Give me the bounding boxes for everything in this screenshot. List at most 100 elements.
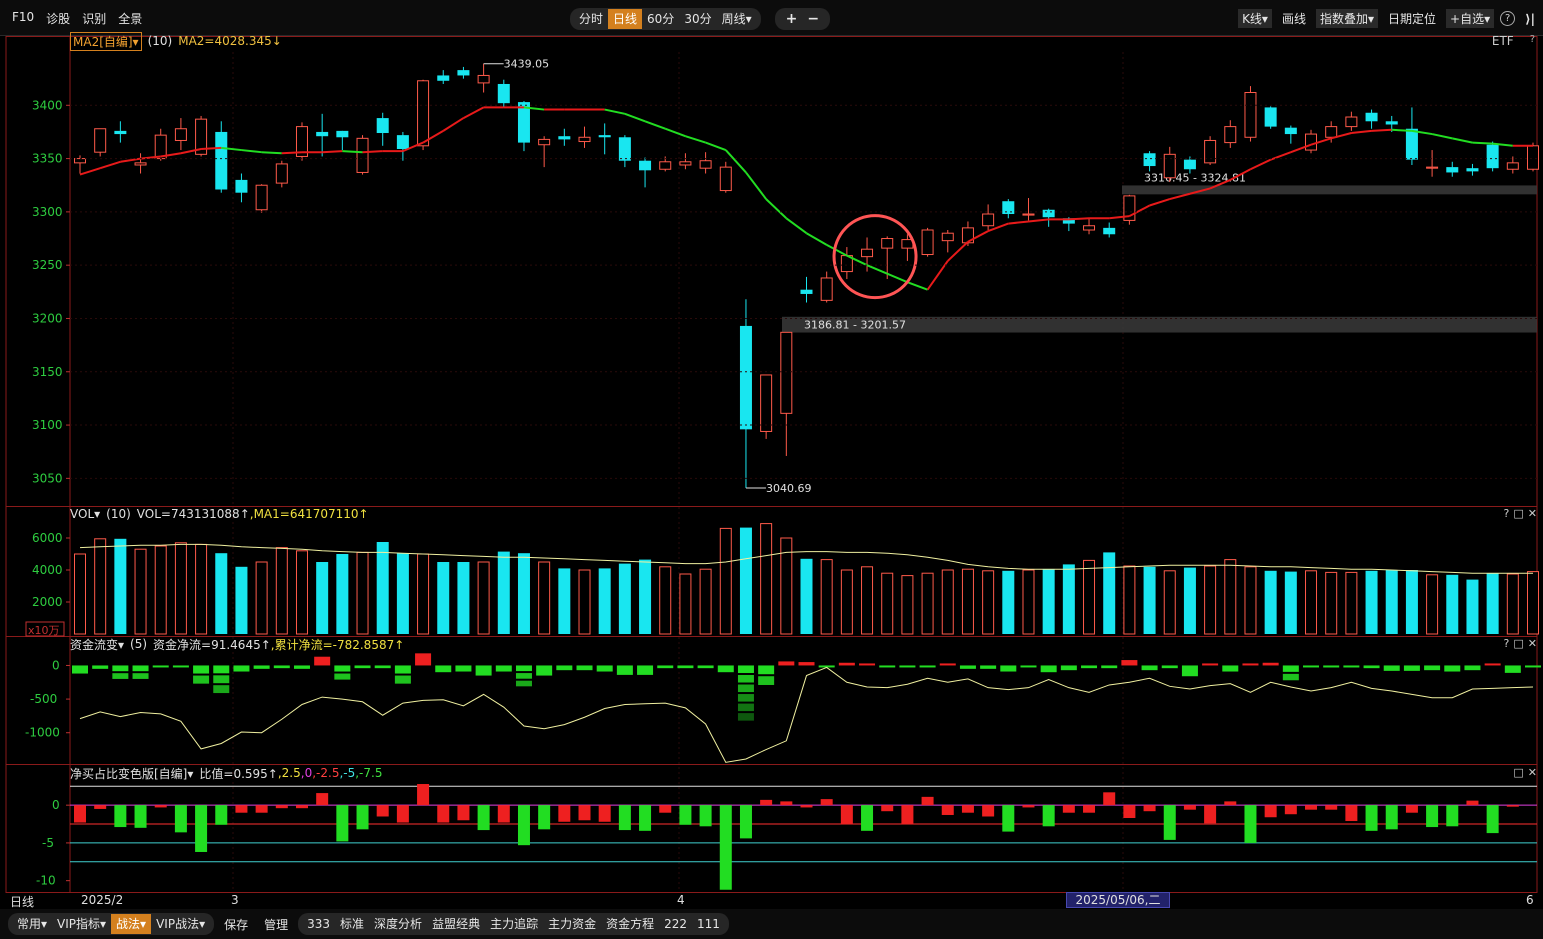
add-watchlist-button[interactable]: +自选▾ (1446, 9, 1495, 28)
strategy-group: 常用▾ VIP指标▾ 战法▾ VIP战法▾ (8, 913, 215, 935)
flow-bar-segment (112, 665, 129, 672)
flow-bar (152, 665, 169, 668)
template-yimeng-classic[interactable]: 益盟经典 (427, 914, 485, 934)
vol-param: (10) (106, 507, 131, 521)
price-tick-label: 3400 (32, 98, 63, 112)
template-main-funds[interactable]: 主力资金 (543, 914, 601, 934)
template-main-tracking[interactable]: 主力追踪 (485, 914, 543, 934)
flow-bar-segment (475, 665, 492, 676)
flow-bar (394, 665, 411, 684)
template-standard[interactable]: 标准 (335, 914, 369, 934)
flow-bar (72, 665, 88, 674)
candle (558, 128, 571, 146)
ma-indicator-selector[interactable]: MA2[自编]▾ (70, 31, 142, 51)
flow-bar-segment (737, 665, 754, 673)
candle (1042, 208, 1055, 227)
candle (356, 135, 369, 175)
tab-vip-indicator[interactable]: VIP指标▾ (52, 914, 111, 934)
ratio-level-0: ,0 (300, 766, 313, 780)
menu-panorama[interactable]: 全景 (112, 10, 148, 27)
tab-vip-strategy[interactable]: VIP战法▾ (151, 914, 210, 934)
flow-maximize-icon[interactable]: □ (1513, 637, 1523, 650)
volume-bar-up (982, 570, 995, 635)
save-button[interactable]: 保存 (218, 916, 254, 933)
candle-body-down (639, 160, 652, 171)
cursor-date: 2025/05/06,二 (1066, 892, 1170, 908)
help-icon[interactable]: ? (1500, 11, 1516, 26)
ratio-maximize-icon[interactable]: □ (1513, 766, 1523, 779)
candle (982, 204, 995, 231)
flow-bar (273, 665, 290, 669)
ratio-indicator-selector[interactable]: 净买占比变色版[自编]▾ (70, 765, 193, 782)
flow-bar-segment (435, 665, 452, 673)
tab-60min[interactable]: 60分 (642, 9, 679, 29)
tab-intraday[interactable]: 分时 (574, 9, 608, 29)
ratio-close-icon[interactable]: ✕ (1528, 766, 1537, 779)
volume-bar-down (437, 562, 450, 634)
period-label[interactable]: 日线 (10, 893, 34, 910)
template-222[interactable]: 222 (659, 914, 692, 934)
zoom-in-button[interactable]: + (781, 11, 803, 27)
ma-segment (785, 217, 808, 235)
template-333[interactable]: 333 (302, 914, 335, 934)
candle-body-down (215, 131, 228, 190)
ratio-bar-negative (699, 805, 712, 827)
flow-help-icon[interactable]: ? (1504, 637, 1510, 650)
ma-segment (866, 264, 888, 275)
template-deep-analysis[interactable]: 深度分析 (369, 914, 427, 934)
vol-help-icon[interactable]: ? (1504, 507, 1510, 520)
menu-f10[interactable]: F10 (6, 10, 40, 27)
flow-bar (374, 665, 391, 669)
candle (719, 161, 732, 193)
template-fund-equation[interactable]: 资金方程 (601, 914, 659, 934)
manage-button[interactable]: 管理 (258, 916, 294, 933)
ratio-bar-negative (679, 805, 692, 825)
candle-body-down (396, 135, 409, 149)
vol-close-icon[interactable]: ✕ (1528, 507, 1537, 520)
vol-tick-label: 4000 (32, 563, 63, 577)
panel-frame-flow (5, 636, 1538, 765)
tab-30min[interactable]: 30分 (679, 9, 716, 29)
collapse-icon[interactable]: ⟩| (1521, 11, 1539, 27)
candle (1083, 218, 1096, 235)
ratio-bar-negative (1042, 805, 1055, 827)
template-111[interactable]: 111 (692, 914, 725, 934)
etf-label[interactable]: ETF (1492, 34, 1514, 48)
tab-daily[interactable]: 日线 (608, 9, 643, 29)
vol-indicator-selector[interactable]: VOL▾ (70, 507, 100, 521)
ratio-bar-negative (1123, 805, 1136, 818)
index-overlay-dropdown[interactable]: 指数叠加▾ (1315, 9, 1379, 28)
volume-bar-down (618, 563, 631, 634)
flow-indicator-selector[interactable]: 资金流变▾ (70, 636, 124, 653)
menu-identify[interactable]: 识别 (76, 10, 112, 27)
ratio-bar-negative (840, 805, 853, 825)
candle-body-up (881, 238, 894, 249)
volume-bar-up (134, 548, 147, 635)
vol-value: VOL=743131088↑ (136, 507, 250, 521)
kline-dropdown[interactable]: K线▾ (1238, 9, 1272, 28)
flow-bar (1242, 663, 1259, 666)
ma-segment (1169, 192, 1191, 201)
date-locate-button[interactable]: 日期定位 (1384, 9, 1440, 28)
candle (477, 63, 490, 93)
candle (316, 113, 329, 157)
flow-close-icon[interactable]: ✕ (1528, 637, 1537, 650)
volume-bar-up (1123, 565, 1136, 635)
main-help-icon[interactable]: ? (1530, 34, 1535, 48)
flow-bar-segment (213, 685, 230, 694)
flow-bar-positive (1202, 663, 1219, 666)
tab-strategy[interactable]: 战法▾ (111, 914, 152, 934)
flow-bar-segment (536, 665, 553, 676)
ratio-level-2-5: ,2.5 (277, 766, 301, 780)
candle (336, 130, 349, 151)
tab-weekly[interactable]: 周线▾ (717, 9, 757, 29)
draw-line-button[interactable]: 画线 (1278, 9, 1310, 28)
candle-body-up (1022, 213, 1035, 216)
flow-bar (1000, 665, 1017, 672)
tab-common[interactable]: 常用▾ (12, 914, 52, 934)
vol-maximize-icon[interactable]: □ (1513, 507, 1523, 520)
menu-diagnose[interactable]: 诊股 (40, 10, 76, 27)
volume-bar-up (94, 538, 107, 635)
zoom-out-button[interactable]: − (802, 11, 824, 27)
flow-bar-segment (1504, 665, 1521, 673)
